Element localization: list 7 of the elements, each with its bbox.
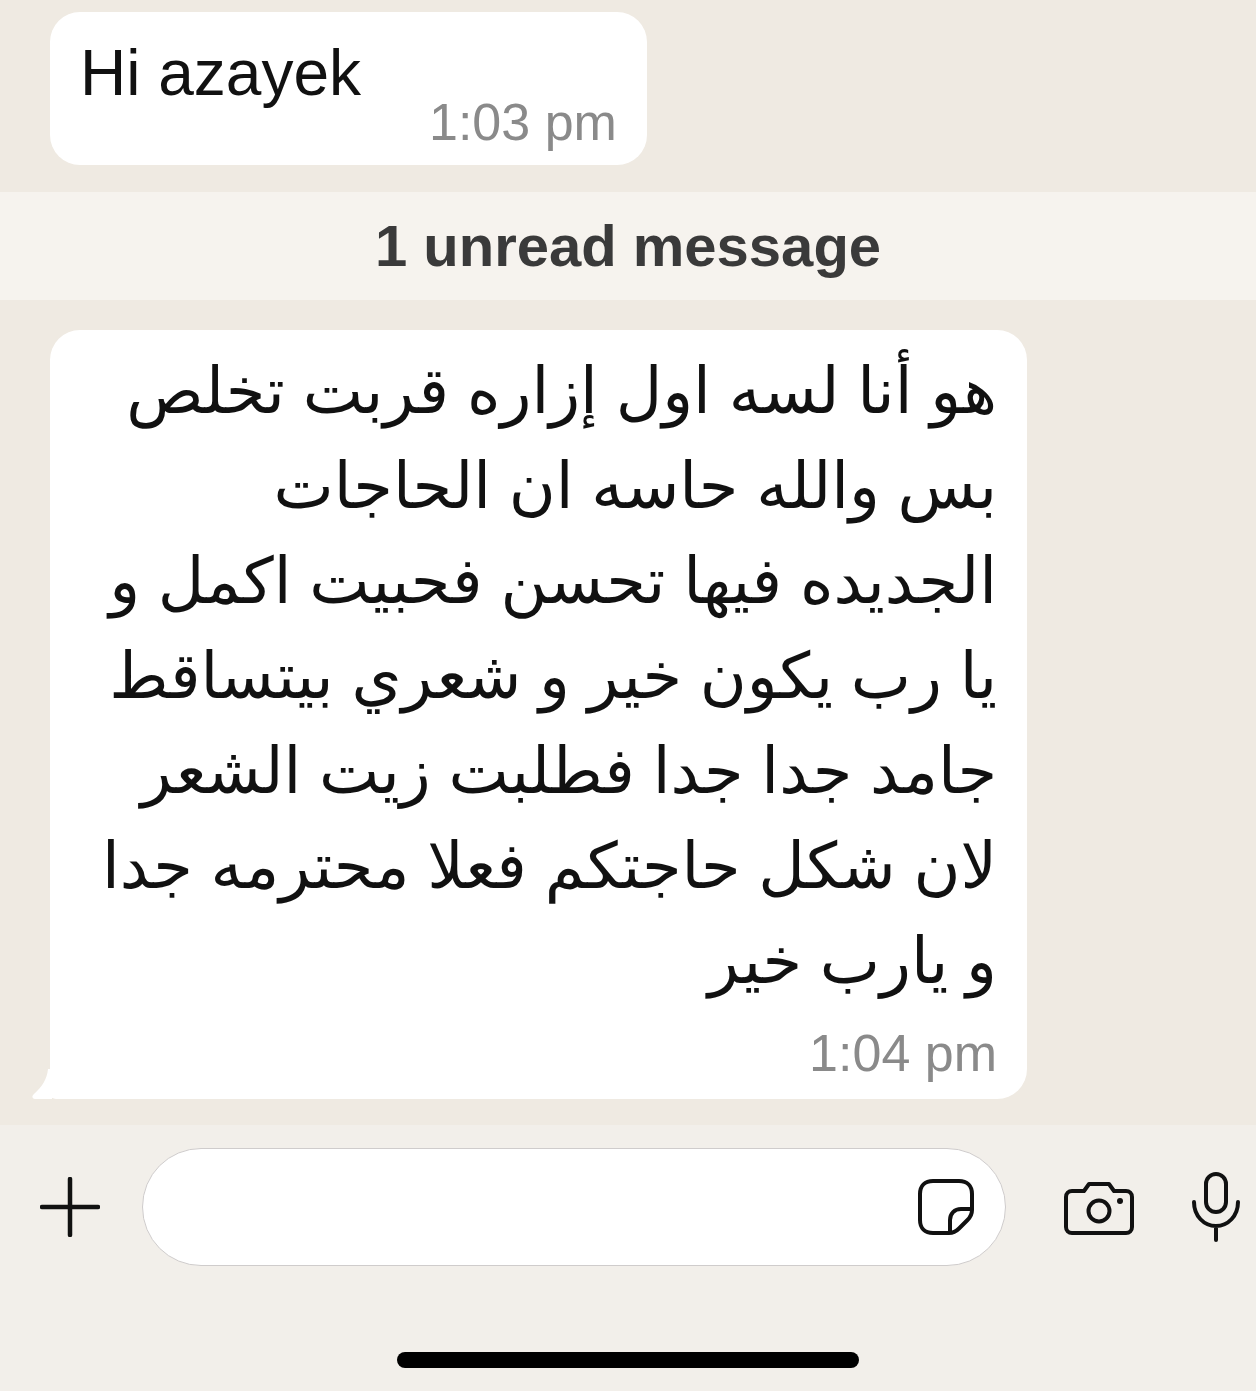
microphone-icon[interactable] — [1190, 1172, 1242, 1242]
unread-messages-banner: 1 unread message — [0, 192, 1256, 300]
camera-icon[interactable] — [1064, 1179, 1134, 1235]
message-text: هو أنا لسه اول إزاره قربت تخلص بس والله حاسه ان الحاجات الجديده فيها تحسن فحبيت اكمل و يا رب يكون خير و شعري بيتساقط جامد جدا جدا فطلبت زيت الشعر لان شكل حاجتكم فعلا محترمه جدا و يارب خير — [101, 344, 997, 1009]
message-text: Hi azayek — [80, 36, 361, 111]
plus-icon[interactable] — [40, 1177, 100, 1237]
sticker-icon[interactable] — [917, 1178, 975, 1236]
